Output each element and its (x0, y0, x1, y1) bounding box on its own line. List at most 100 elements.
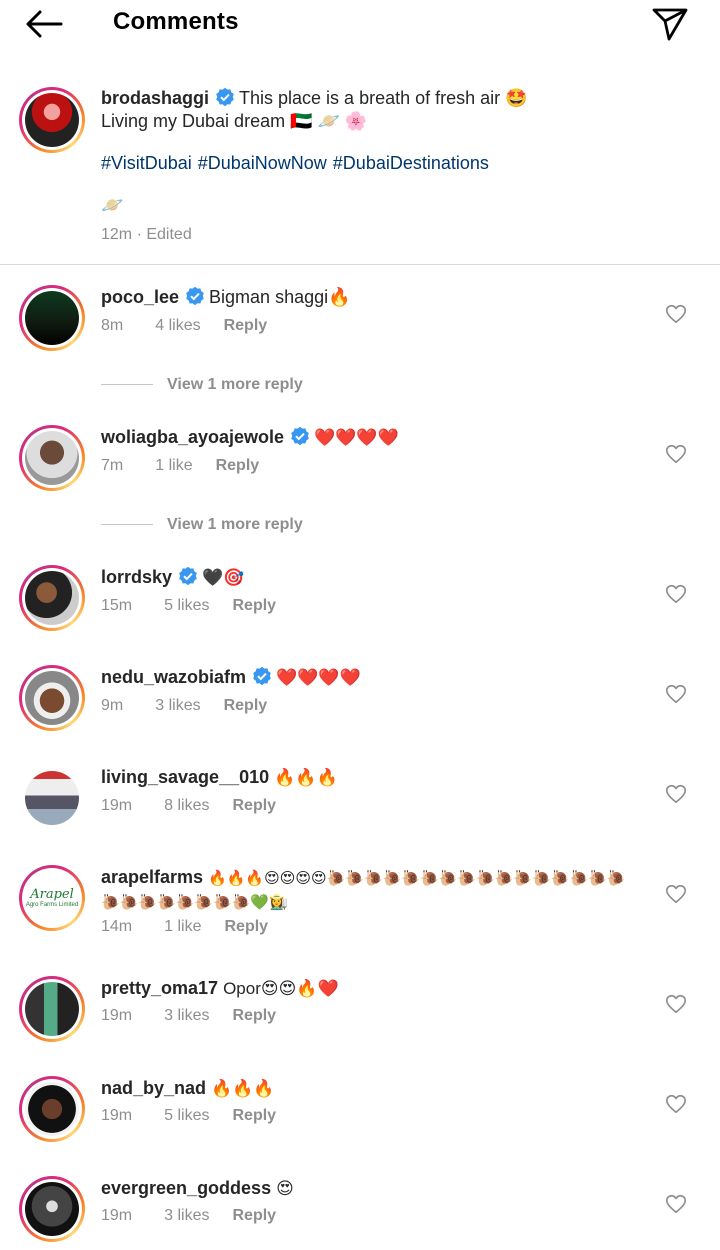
comment-likes[interactable]: 3 likes (164, 1007, 209, 1025)
paper-plane-icon (652, 8, 688, 41)
comment-meta: 19m 3 likes Reply (101, 1007, 276, 1025)
verified-badge-icon (253, 666, 271, 686)
comment-text: 🖤🎯 (202, 568, 245, 587)
reply-button[interactable]: Reply (232, 797, 276, 815)
comment-meta: 15m 5 likes Reply (101, 597, 276, 615)
comment-time: 7m (101, 457, 124, 474)
post-time: 12m (101, 226, 133, 243)
like-heart-icon[interactable] (665, 583, 687, 605)
reply-button[interactable]: Reply (224, 918, 268, 936)
divider-line (101, 524, 153, 526)
comment-text: 🔥🔥🔥 (274, 768, 338, 787)
author-username[interactable]: brodashaggi (101, 88, 209, 108)
comment-likes[interactable]: 4 likes (155, 317, 200, 335)
comment-likes[interactable]: 8 likes (164, 797, 209, 815)
verified-badge-icon (179, 566, 197, 586)
reply-button[interactable]: Reply (224, 317, 268, 335)
comment-username[interactable]: evergreen_goddess (101, 1178, 271, 1198)
reply-button[interactable]: Reply (232, 1107, 276, 1125)
comment-text: 🔥🔥🔥 (211, 1079, 275, 1098)
like-heart-icon[interactable] (665, 443, 687, 465)
commenter-avatar[interactable] (19, 976, 85, 1042)
like-heart-icon[interactable] (665, 993, 687, 1015)
like-heart-icon[interactable] (665, 1093, 687, 1115)
verified-badge-icon (216, 87, 234, 107)
comment-meta: 19m 8 likes Reply (101, 797, 276, 815)
comment-time: 8m (101, 317, 124, 334)
comment-meta: 19m 3 likes Reply (101, 1207, 276, 1225)
commenter-avatar[interactable]: Arapel Agro Farms Limited (19, 865, 85, 931)
reply-button[interactable]: Reply (232, 1207, 276, 1225)
view-more-replies[interactable]: View 1 more reply (101, 516, 401, 534)
verified-badge-icon (186, 286, 204, 306)
caption-line-2: Living my Dubai dream 🇦🇪 🪐 🌸 (101, 111, 368, 131)
comment-text: Opor😍😍🔥❤️ (223, 979, 339, 998)
caption-emoji: 🪐 (101, 195, 124, 215)
post-caption: brodashaggi This place is a breath of fre… (101, 87, 701, 217)
comment-likes[interactable]: 3 likes (164, 1207, 209, 1225)
like-heart-icon[interactable] (665, 883, 687, 905)
reply-button[interactable]: Reply (224, 697, 268, 715)
page-title: Comments (113, 8, 239, 35)
reply-button[interactable]: Reply (232, 1007, 276, 1025)
comment-time: 19m (101, 1007, 133, 1024)
commenter-avatar[interactable] (19, 565, 85, 631)
comment-username[interactable]: lorrdsky (101, 567, 172, 587)
author-avatar[interactable] (19, 87, 85, 153)
arrow-left-icon (26, 10, 63, 38)
comment-time: 9m (101, 697, 124, 714)
comment-time: 14m (101, 918, 133, 935)
hashtag-list: #VisitDubai #DubaiNowNow #DubaiDestination… (101, 152, 701, 175)
comment-text: Bigman shaggi🔥 (209, 287, 351, 307)
divider-line (101, 384, 153, 386)
comment-meta: 9m 3 likes Reply (101, 697, 267, 715)
like-heart-icon[interactable] (665, 1193, 687, 1215)
comment-time: 15m (101, 597, 133, 614)
hashtag[interactable]: #VisitDubai (101, 153, 192, 173)
like-heart-icon[interactable] (665, 303, 687, 325)
comment-time: 19m (101, 797, 133, 814)
edited-label: Edited (146, 226, 192, 243)
top-bar: Comments (0, 0, 720, 50)
comment-time: 19m (101, 1207, 133, 1224)
comment-text: ❤️❤️❤️❤️ (276, 668, 361, 687)
comment-likes[interactable]: 5 likes (164, 1107, 209, 1125)
reply-button[interactable]: Reply (232, 597, 276, 615)
comment-likes[interactable]: 1 like (164, 918, 201, 936)
caption-meta: 12m · Edited (101, 226, 192, 243)
arapel-logo: Arapel Agro Farms Limited (25, 871, 79, 925)
comment-likes[interactable]: 3 likes (155, 697, 200, 715)
reply-button[interactable]: Reply (216, 457, 260, 475)
comment-username[interactable]: nad_by_nad (101, 1078, 206, 1098)
share-button[interactable] (650, 4, 690, 44)
comment-meta: 14m 1 like Reply (101, 918, 268, 936)
comment-meta: 7m 1 like Reply (101, 457, 259, 475)
commenter-avatar[interactable] (19, 665, 85, 731)
comment-text: 😍 (276, 1179, 294, 1198)
hashtag[interactable]: #DubaiDestinations (333, 153, 489, 173)
view-more-replies[interactable]: View 1 more reply (101, 376, 401, 394)
comment-meta: 19m 5 likes Reply (101, 1107, 276, 1125)
back-button[interactable] (24, 6, 64, 42)
comment-username[interactable]: living_savage__010 (101, 767, 269, 787)
comment-likes[interactable]: 5 likes (164, 597, 209, 615)
hashtag[interactable]: #DubaiNowNow (198, 153, 327, 173)
commenter-avatar[interactable] (19, 765, 85, 831)
like-heart-icon[interactable] (665, 683, 687, 705)
verified-badge-icon (291, 426, 309, 446)
like-heart-icon[interactable] (665, 783, 687, 805)
comment-username[interactable]: arapelfarms (101, 867, 203, 887)
comment-username[interactable]: nedu_wazobiafm (101, 667, 246, 687)
commenter-avatar[interactable] (19, 425, 85, 491)
comment-text: ❤️❤️❤️❤️ (314, 428, 399, 447)
commenter-avatar[interactable] (19, 285, 85, 351)
divider (0, 264, 720, 265)
comment-username[interactable]: poco_lee (101, 287, 179, 307)
comment-time: 19m (101, 1107, 133, 1124)
comment-likes[interactable]: 1 like (155, 457, 192, 475)
commenter-avatar[interactable] (19, 1176, 85, 1242)
caption-line-1: This place is a breath of fresh air 🤩 (239, 88, 528, 108)
comment-username[interactable]: woliagba_ayoajewole (101, 427, 284, 447)
commenter-avatar[interactable] (19, 1076, 85, 1142)
comment-username[interactable]: pretty_oma17 (101, 978, 218, 998)
